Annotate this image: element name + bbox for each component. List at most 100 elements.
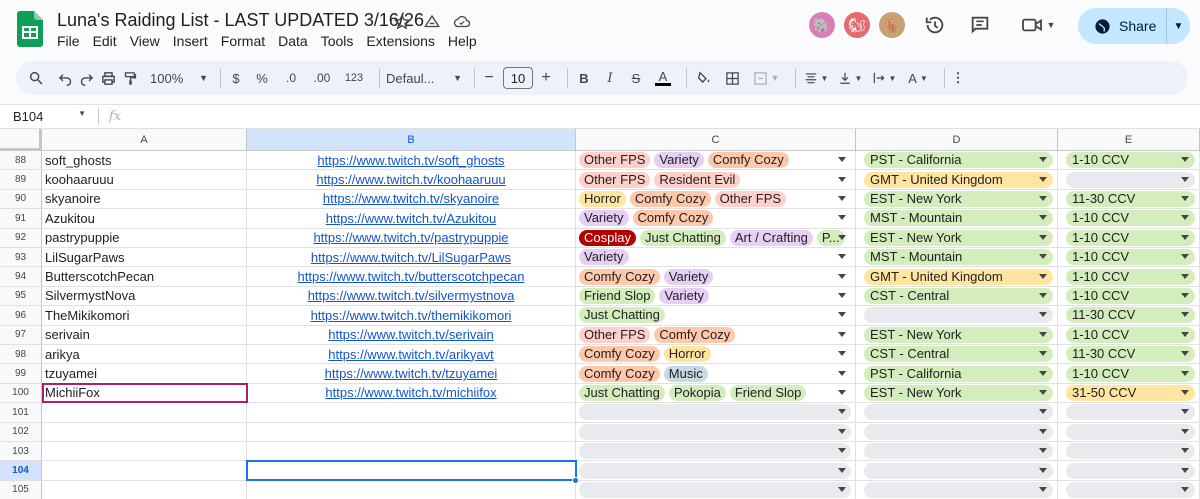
chevron-down-icon[interactable] — [838, 157, 846, 163]
menu-format[interactable]: Format — [221, 33, 271, 49]
category-tags-cell[interactable]: Horror Comfy Cozy Other FPS — [576, 189, 856, 210]
chevron-down-icon[interactable] — [838, 195, 846, 201]
ccv-cell[interactable] — [1058, 442, 1200, 462]
streamer-name-cell[interactable]: tzuyamei — [42, 364, 247, 384]
ccv-cell[interactable]: 1-10 CCV — [1058, 228, 1200, 248]
twitch-link[interactable]: https://www.twitch.tv/koohaaruuu — [316, 172, 505, 187]
row-header[interactable]: 101 — [0, 403, 42, 423]
twitch-url-cell[interactable]: https://www.twitch.tv/Azukitou — [247, 209, 576, 229]
chevron-down-icon[interactable] — [1181, 312, 1189, 318]
timezone-cell[interactable] — [856, 461, 1058, 481]
decrease-decimal-button[interactable]: .0 — [279, 65, 303, 91]
row-header[interactable]: 92 — [0, 228, 42, 248]
chevron-down-icon[interactable] — [1039, 370, 1047, 376]
document-title[interactable]: Luna's Raiding List - LAST UPDATED 3/16/… — [57, 10, 424, 31]
twitch-url-cell[interactable]: https://www.twitch.tv/pastrypuppie — [247, 228, 576, 248]
timezone-cell[interactable]: EST - New York — [856, 228, 1058, 248]
ccv-chip[interactable]: 1-10 CCV — [1066, 326, 1195, 343]
timezone-chip[interactable]: MST - Mountain — [864, 249, 1053, 266]
timezone-cell[interactable] — [856, 403, 1058, 423]
search-menus-icon[interactable] — [28, 65, 44, 91]
twitch-url-cell[interactable] — [247, 480, 576, 499]
chevron-down-icon[interactable] — [838, 176, 846, 182]
twitch-link[interactable]: https://www.twitch.tv/serivain — [328, 327, 493, 342]
streamer-name-cell[interactable]: soft_ghosts — [42, 151, 247, 171]
chevron-down-icon[interactable] — [1181, 370, 1189, 376]
ccv-cell[interactable]: 11-30 CCV — [1058, 189, 1200, 210]
streamer-name-cell[interactable]: Azukitou — [42, 209, 247, 229]
category-tags-cell[interactable]: Cosplay Just Chatting Art / Crafting P... — [576, 228, 856, 248]
menu-extensions[interactable]: Extensions — [366, 33, 440, 49]
chevron-down-icon[interactable] — [1181, 448, 1189, 454]
vertical-align-icon[interactable]: ▼ — [836, 65, 864, 91]
twitch-url-cell[interactable]: https://www.twitch.tv/arikyavt — [247, 345, 576, 365]
twitch-url-cell[interactable] — [247, 422, 576, 442]
streamer-name-cell[interactable]: LilSugarPaws — [42, 248, 247, 268]
zoom-select[interactable]: 100% ▼ — [150, 65, 208, 91]
more-formats-button[interactable]: 123 — [341, 65, 367, 91]
timezone-cell[interactable] — [856, 306, 1058, 326]
chevron-down-icon[interactable] — [838, 312, 846, 318]
streamer-name-cell[interactable] — [42, 461, 247, 481]
ccv-chip[interactable]: 11-30 CCV — [1066, 190, 1195, 207]
category-tags-cell[interactable] — [576, 442, 856, 462]
timezone-chip[interactable]: MST - Mountain — [864, 210, 1053, 227]
chevron-down-icon[interactable] — [1181, 254, 1189, 260]
twitch-link[interactable]: https://www.twitch.tv/soft_ghosts — [317, 153, 504, 168]
comments-icon[interactable] — [967, 12, 993, 38]
timezone-cell[interactable] — [856, 442, 1058, 462]
timezone-cell[interactable] — [856, 480, 1058, 499]
text-color-icon[interactable]: A — [652, 65, 674, 91]
twitch-link[interactable]: https://www.twitch.tv/tzuyamei — [325, 366, 498, 381]
chevron-down-icon[interactable] — [1039, 176, 1047, 182]
ccv-cell[interactable] — [1058, 422, 1200, 442]
timezone-chip[interactable]: GMT - United Kingdom — [864, 268, 1053, 285]
ccv-cell[interactable] — [1058, 170, 1200, 190]
avatar[interactable]: 🐿 — [842, 10, 872, 40]
streamer-name-cell[interactable]: ButterscotchPecan — [42, 267, 247, 287]
chevron-down-icon[interactable] — [1181, 389, 1189, 395]
ccv-chip[interactable] — [1066, 423, 1195, 440]
font-family-select[interactable]: Defaul... ▼ — [386, 65, 462, 91]
twitch-url-cell[interactable]: https://www.twitch.tv/silvermystnova — [247, 286, 576, 307]
ccv-chip[interactable] — [1066, 462, 1195, 479]
ccv-cell[interactable]: 11-30 CCV — [1058, 345, 1200, 365]
twitch-url-cell[interactable]: https://www.twitch.tv/LilSugarPaws — [247, 248, 576, 268]
active-cell-selection[interactable] — [246, 460, 577, 481]
category-tags-cell[interactable]: Comfy Cozy Horror — [576, 345, 856, 365]
sheets-logo-icon[interactable] — [17, 11, 43, 47]
row-header[interactable]: 105 — [0, 480, 42, 499]
chevron-down-icon[interactable] — [1039, 254, 1047, 260]
category-tags-cell[interactable] — [576, 422, 856, 442]
chevron-down-icon[interactable] — [1181, 331, 1189, 337]
format-currency-button[interactable]: $ — [227, 65, 245, 91]
row-header[interactable]: 96 — [0, 306, 42, 326]
timezone-chip[interactable] — [864, 404, 1053, 421]
row-header[interactable]: 98 — [0, 345, 42, 365]
twitch-url-cell[interactable]: https://www.twitch.tv/serivain — [247, 325, 576, 345]
row-header[interactable]: 103 — [0, 442, 42, 462]
ccv-chip[interactable]: 31-50 CCV — [1066, 384, 1195, 401]
timezone-cell[interactable]: EST - New York — [856, 325, 1058, 345]
select-all-corner[interactable] — [0, 129, 42, 151]
empty-dropdown-chip[interactable] — [579, 443, 851, 460]
chevron-down-icon[interactable] — [1181, 428, 1189, 434]
ccv-cell[interactable]: 1-10 CCV — [1058, 286, 1200, 307]
twitch-link[interactable]: https://www.twitch.tv/Azukitou — [326, 211, 497, 226]
streamer-name-cell[interactable]: SilvermystNova — [42, 286, 247, 307]
chevron-down-icon[interactable] — [1039, 428, 1047, 434]
chevron-down-icon[interactable] — [1039, 409, 1047, 415]
timezone-chip[interactable]: PST - California — [864, 365, 1053, 382]
timezone-chip[interactable] — [864, 443, 1053, 460]
share-dropdown-icon[interactable]: ▼ — [1167, 21, 1190, 32]
category-tags-cell[interactable]: Friend Slop Variety — [576, 286, 856, 307]
twitch-url-cell[interactable] — [247, 403, 576, 423]
chevron-down-icon[interactable] — [1039, 273, 1047, 279]
timezone-chip[interactable]: CST - Central — [864, 346, 1053, 363]
chevron-down-icon[interactable] — [1039, 467, 1047, 473]
ccv-chip[interactable]: 1-10 CCV — [1066, 152, 1195, 169]
empty-dropdown-chip[interactable] — [579, 404, 851, 421]
chevron-down-icon[interactable] — [1181, 292, 1189, 298]
twitch-link[interactable]: https://www.twitch.tv/butterscotchpecan — [298, 269, 525, 284]
menu-file[interactable]: File — [57, 33, 86, 49]
